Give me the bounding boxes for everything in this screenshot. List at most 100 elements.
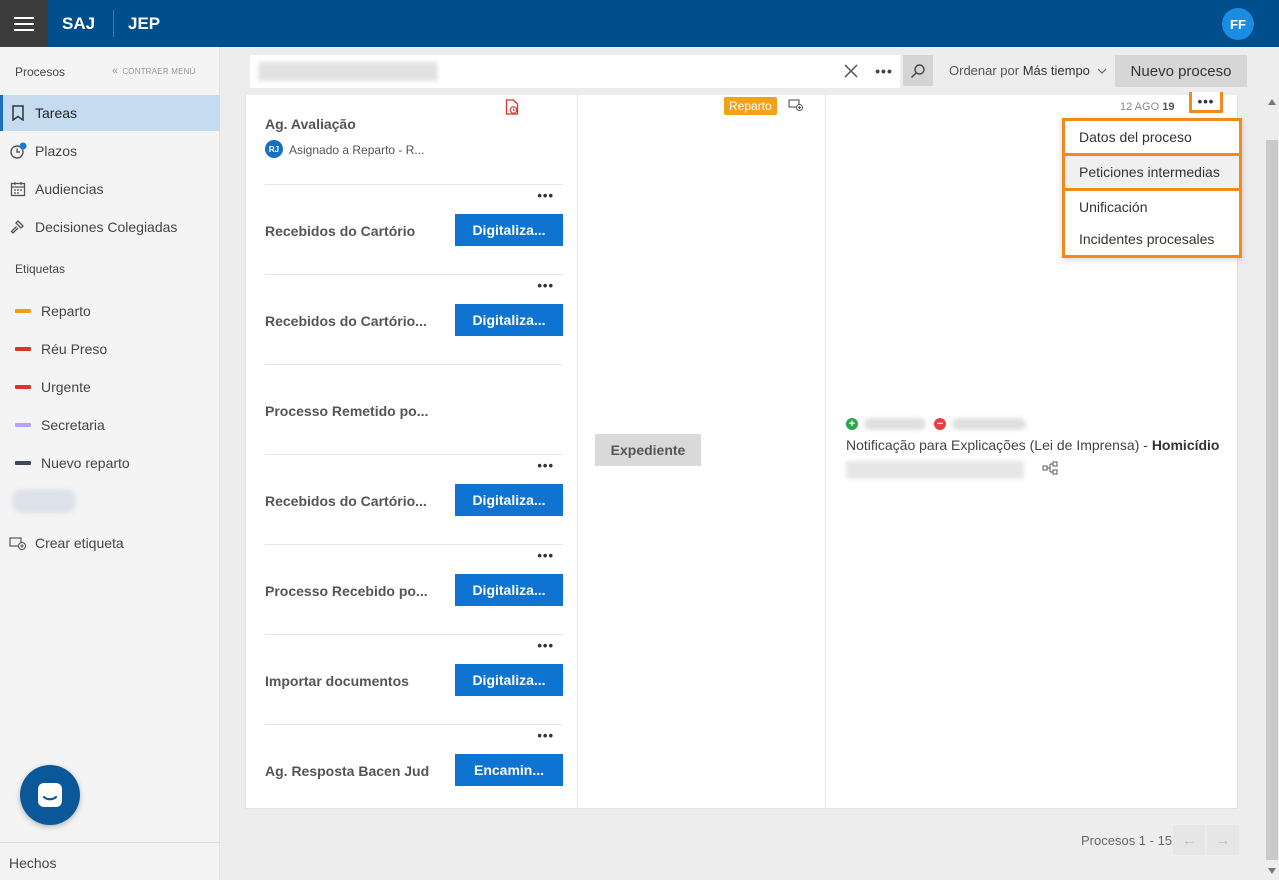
sidebar-item-audiencias[interactable]: Audiencias xyxy=(0,171,220,207)
task-action-button[interactable]: Digitaliza... xyxy=(455,574,563,606)
menu-item-peticiones-intermedias[interactable]: Peticiones intermedias xyxy=(1065,156,1239,188)
menu-item-incidentes-procesales[interactable]: Incidentes procesales xyxy=(1065,223,1239,255)
task-title: Importar documentos xyxy=(265,673,409,689)
task-item[interactable]: ••• Processo Recebido po... Digitaliza..… xyxy=(265,545,563,635)
tag-color-swatch xyxy=(15,309,31,313)
task-item[interactable]: ••• Recebidos do Cartório... Digitaliza.… xyxy=(265,275,563,365)
arrow-right-icon: → xyxy=(1216,832,1230,848)
task-action-button[interactable]: Digitaliza... xyxy=(455,214,563,246)
menu-group-highlight: Peticiones intermedias xyxy=(1062,156,1242,191)
hierarchy-icon[interactable] xyxy=(1042,461,1058,475)
reparto-tag-badge[interactable]: Reparto xyxy=(724,97,777,115)
sort-dropdown[interactable]: Ordenar por Más tiempo xyxy=(949,55,1107,86)
clear-search-icon[interactable] xyxy=(842,61,860,81)
redacted-search-text xyxy=(258,62,438,81)
task-more-button[interactable]: ••• xyxy=(537,278,554,293)
expediente-button[interactable]: Expediente xyxy=(595,434,701,466)
sidebar-item-label: Plazos xyxy=(35,143,78,159)
create-tag-label: Crear etiqueta xyxy=(35,535,124,551)
task-item[interactable]: ••• Ag. Resposta Bacen Jud Encamin... xyxy=(265,725,563,815)
task-more-button[interactable]: ••• xyxy=(537,548,554,563)
process-info-column: Reparto Expediente xyxy=(579,95,826,809)
pagination-info: Procesos 1 - 15 xyxy=(1081,833,1173,848)
scroll-down-arrow[interactable] xyxy=(1268,868,1276,874)
task-action-button[interactable]: Digitaliza... xyxy=(455,664,563,696)
process-date: 12 AGO 19 xyxy=(1120,101,1174,113)
process-class-text[interactable]: Notificação para Explicações (Lei de Imp… xyxy=(846,437,1221,453)
task-title: Processo Recebido po... xyxy=(265,583,428,599)
chat-launcher-button[interactable] xyxy=(20,765,80,825)
sidebar-item-tareas[interactable]: Tareas xyxy=(0,95,220,131)
redacted-tag[interactable] xyxy=(12,489,76,513)
task-item[interactable]: ••• Recebidos do Cartório Digitaliza... xyxy=(265,185,563,275)
brand-jep[interactable]: JEP xyxy=(128,0,160,47)
process-parties: + − xyxy=(846,416,1034,432)
task-title: Recebidos do Cartório xyxy=(265,223,416,239)
task-title: Processo Remetido po... xyxy=(265,403,429,419)
collapse-menu-label: CONTRAER MENÚ xyxy=(122,67,196,76)
task-item[interactable]: ••• Importar documentos Digitaliza... xyxy=(265,635,563,725)
search-icon xyxy=(910,63,925,78)
sidebar-item-label: Tareas xyxy=(35,105,78,121)
tag-urgente[interactable]: Urgente xyxy=(0,369,220,405)
menu-item-datos-del-proceso[interactable]: Datos del proceso xyxy=(1065,121,1239,153)
task-more-button[interactable]: ••• xyxy=(537,188,554,203)
tag-reparto[interactable]: Reparto xyxy=(0,293,220,329)
date-day-month: 12 AGO xyxy=(1120,101,1160,113)
menu-group-highlight: Datos del proceso xyxy=(1062,118,1242,156)
add-tag-icon[interactable] xyxy=(788,98,804,112)
scrollbar[interactable] xyxy=(1265,95,1279,880)
menu-item-unificacion[interactable]: Unificación xyxy=(1065,191,1239,223)
search-options-button[interactable]: ••• xyxy=(872,61,896,81)
search-bar xyxy=(250,55,900,88)
minus-circle-icon: − xyxy=(934,418,946,430)
process-subject: Homicídio xyxy=(1151,437,1220,453)
task-item[interactable]: ••• Recebidos do Cartório... Digitaliza.… xyxy=(265,455,563,545)
task-item[interactable]: Processo Remetido po... xyxy=(265,365,563,455)
sidebar-item-plazos[interactable]: Plazos xyxy=(0,133,220,169)
redacted-party xyxy=(952,418,1026,430)
pdf-alert-icon[interactable] xyxy=(505,99,519,115)
process-more-button[interactable]: ••• xyxy=(1189,92,1223,113)
scroll-up-arrow[interactable] xyxy=(1268,99,1276,105)
task-more-button[interactable]: ••• xyxy=(537,458,554,473)
sidebar-item-decisiones-colegiadas[interactable]: Decisiones Colegiadas xyxy=(0,209,220,245)
tag-label: Secretaria xyxy=(41,417,105,433)
sort-value: Más tiempo xyxy=(1022,63,1090,78)
double-chevron-left-icon: « xyxy=(112,65,119,77)
tag-color-swatch xyxy=(15,385,31,389)
menu-icon[interactable] xyxy=(0,0,48,47)
create-tag-button[interactable]: Crear etiqueta xyxy=(0,525,220,561)
bookmark-icon xyxy=(9,104,27,122)
brand-saj[interactable]: SAJ xyxy=(62,0,95,47)
tag-color-swatch xyxy=(15,423,31,427)
redacted-party xyxy=(864,418,926,430)
plus-circle-icon: + xyxy=(846,418,858,430)
tag-nuevo-reparto[interactable]: Nuevo reparto xyxy=(0,445,220,481)
task-action-button[interactable]: Digitaliza... xyxy=(455,484,563,516)
tag-reu-preso[interactable]: Réu Preso xyxy=(0,331,220,367)
next-page-button[interactable]: → xyxy=(1207,825,1239,855)
search-button[interactable] xyxy=(903,55,933,86)
tag-label: Urgente xyxy=(41,379,91,395)
tag-label: Nuevo reparto xyxy=(41,455,130,471)
sort-prefix: Ordenar por xyxy=(949,63,1020,78)
previous-page-button[interactable]: ← xyxy=(1173,825,1205,855)
collapse-menu-button[interactable]: «CONTRAER MENÚ xyxy=(112,65,196,77)
menu-group-highlight: Unificación Incidentes procesales xyxy=(1062,191,1242,258)
search-input[interactable] xyxy=(450,59,830,84)
gavel-icon xyxy=(9,218,27,236)
task-action-button[interactable]: Encamin... xyxy=(455,754,563,786)
tag-secretaria[interactable]: Secretaria xyxy=(0,407,220,443)
user-avatar[interactable]: FF xyxy=(1222,8,1254,40)
task-more-button[interactable]: ••• xyxy=(537,638,554,653)
calendar-icon xyxy=(9,180,27,198)
task-action-button[interactable]: Digitaliza... xyxy=(455,304,563,336)
new-process-button[interactable]: Nuevo proceso xyxy=(1115,55,1247,87)
scrollbar-thumb[interactable] xyxy=(1266,140,1278,860)
assignee-avatar: RJ xyxy=(265,140,283,158)
task-more-button[interactable]: ••• xyxy=(537,728,554,743)
tag-color-swatch xyxy=(15,347,31,351)
sidebar-footer-hechos[interactable]: Hechos xyxy=(0,842,220,880)
sidebar-item-label: Audiencias xyxy=(35,181,104,197)
